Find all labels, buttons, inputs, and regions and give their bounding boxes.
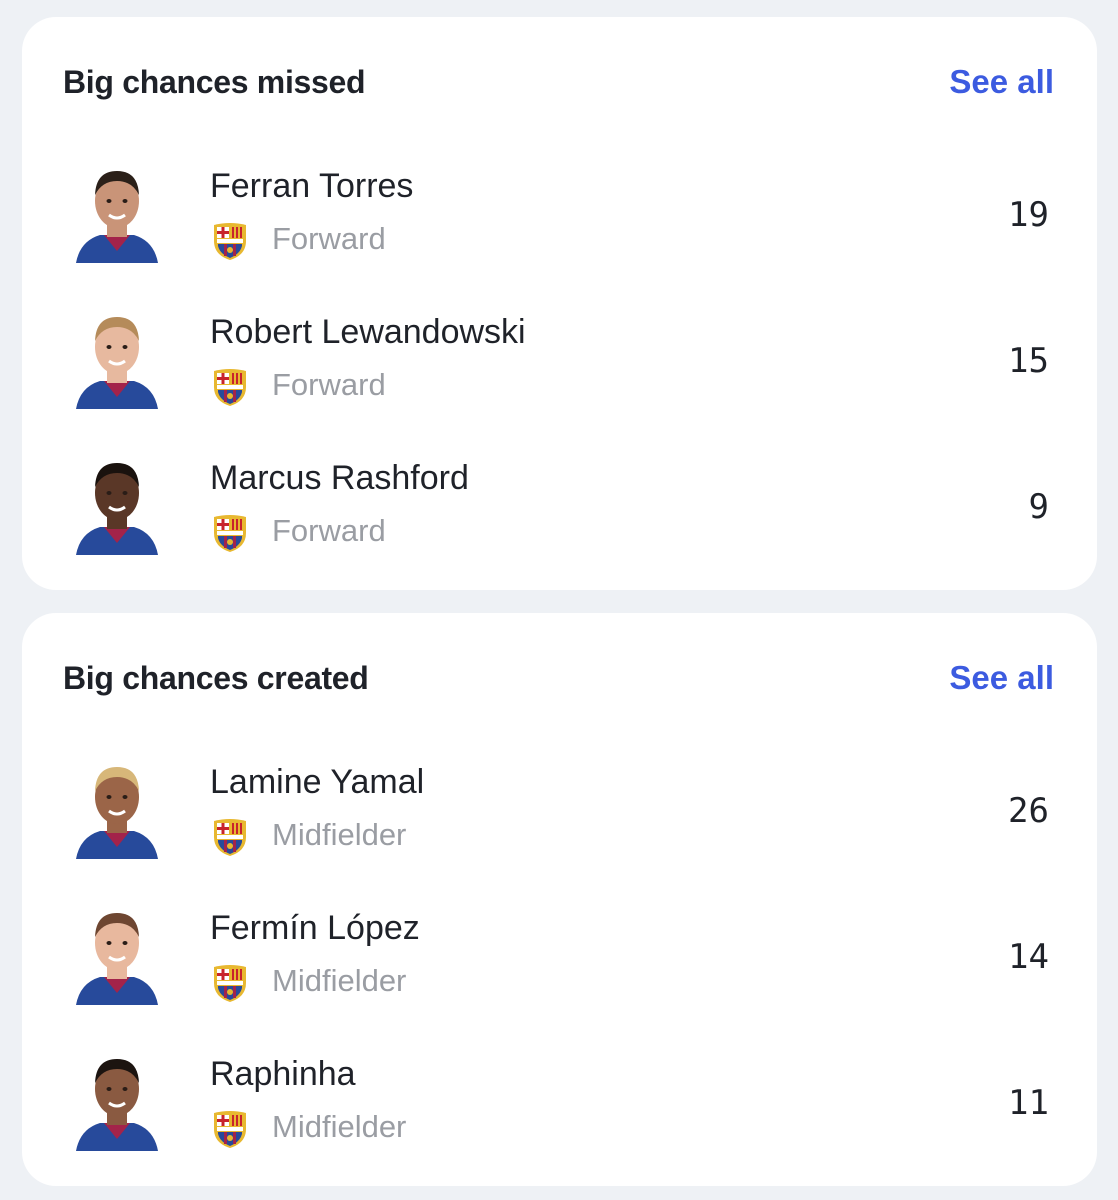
- player-row[interactable]: Raphinha Midfielder 11: [22, 1045, 1097, 1191]
- player-name: Fermín López: [210, 909, 420, 947]
- player-position: Midfielder: [272, 963, 407, 998]
- player-avatar: [74, 761, 160, 861]
- player-list: Lamine Yamal Midfielder 26 Fermín López Mid…: [22, 753, 1097, 1191]
- player-row[interactable]: Marcus Rashford Forward 9: [22, 449, 1097, 595]
- stat-value: 26: [1008, 791, 1049, 831]
- player-name: Robert Lewandowski: [210, 313, 526, 351]
- fc-barcelona-crest-icon: [210, 1109, 250, 1149]
- big-chances-created-card: Big chances created See all Lamine Yamal…: [22, 613, 1097, 1186]
- stat-value: 14: [1008, 937, 1049, 977]
- fc-barcelona-crest-icon: [210, 817, 250, 857]
- player-avatar: [74, 1053, 160, 1153]
- stat-value: 19: [1008, 195, 1049, 235]
- player-position: Forward: [272, 513, 386, 548]
- player-name: Raphinha: [210, 1055, 356, 1093]
- see-all-link[interactable]: See all: [949, 63, 1054, 101]
- fc-barcelona-crest-icon: [210, 221, 250, 261]
- player-position: Forward: [272, 367, 386, 402]
- player-position: Midfielder: [272, 817, 407, 852]
- player-avatar: [74, 907, 160, 1007]
- stat-value: 15: [1008, 341, 1049, 381]
- player-row[interactable]: Fermín López Midfielder 14: [22, 899, 1097, 1045]
- see-all-link[interactable]: See all: [949, 659, 1054, 697]
- section-title: Big chances missed: [63, 63, 366, 100]
- player-row[interactable]: Ferran Torres Forward 19: [22, 157, 1097, 303]
- player-name: Marcus Rashford: [210, 459, 469, 497]
- player-row[interactable]: Robert Lewandowski Forward 15: [22, 303, 1097, 449]
- fc-barcelona-crest-icon: [210, 513, 250, 553]
- player-name: Ferran Torres: [210, 167, 414, 205]
- player-position: Midfielder: [272, 1109, 407, 1144]
- player-list: Ferran Torres Forward 19 Robert Lewandowsk…: [22, 157, 1097, 595]
- stat-value: 9: [1028, 487, 1049, 527]
- player-row[interactable]: Lamine Yamal Midfielder 26: [22, 753, 1097, 899]
- player-avatar: [74, 311, 160, 411]
- section-title: Big chances created: [63, 659, 369, 696]
- card-header: Big chances missed See all: [63, 57, 1054, 107]
- fc-barcelona-crest-icon: [210, 963, 250, 1003]
- card-header: Big chances created See all: [63, 653, 1054, 703]
- player-name: Lamine Yamal: [210, 763, 425, 801]
- fc-barcelona-crest-icon: [210, 367, 250, 407]
- big-chances-missed-card: Big chances missed See all Ferran Torres…: [22, 17, 1097, 590]
- player-position: Forward: [272, 221, 386, 256]
- player-avatar: [74, 165, 160, 265]
- player-avatar: [74, 457, 160, 557]
- stat-value: 11: [1008, 1083, 1049, 1123]
